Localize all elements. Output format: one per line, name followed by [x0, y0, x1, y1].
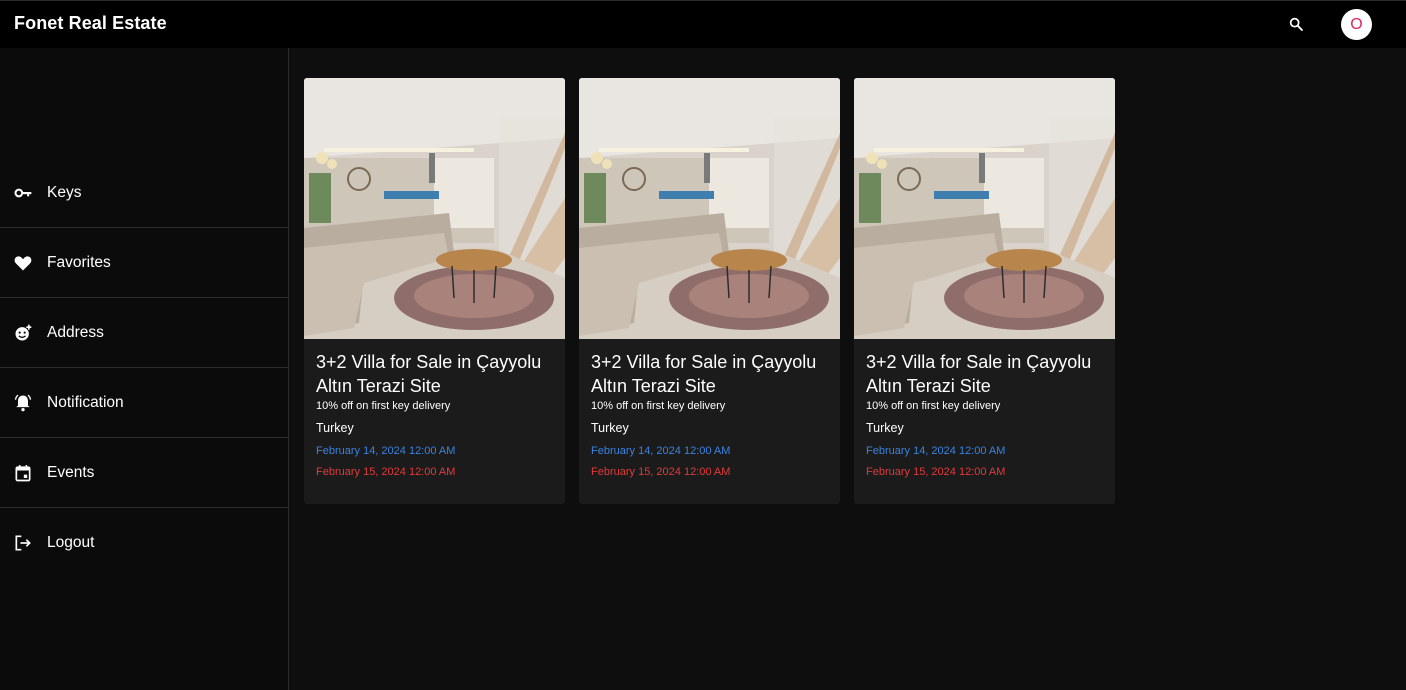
sidebar-item-label: Logout [47, 534, 95, 551]
listing-start-date: February 14, 2024 12:00 AM [316, 445, 456, 457]
sidebar-item-label: Keys [47, 183, 82, 201]
app-bar: Fonet Real Estate O [0, 0, 1406, 48]
listing-country: Turkey [591, 421, 629, 435]
listing-card[interactable]: 3+2 Villa for Sale in Çayyolu Altın Tera… [304, 78, 565, 504]
listing-end-date: February 15, 2024 12:00 AM [316, 466, 456, 478]
face-add-icon [13, 323, 33, 343]
listing-start-date: February 14, 2024 12:00 AM [591, 445, 731, 457]
listing-start-date: February 14, 2024 12:00 AM [866, 445, 1006, 457]
sidebar-item-keys[interactable]: Keys [0, 158, 288, 228]
listing-title: 3+2 Villa for Sale in Çayyolu Altın Tera… [316, 352, 542, 396]
listing-title: 3+2 Villa for Sale in Çayyolu Altın Tera… [866, 352, 1092, 396]
sidebar-item-address[interactable]: Address [0, 298, 288, 368]
heart-icon [13, 253, 33, 273]
sidebar-item-label: Address [47, 323, 104, 341]
sidebar-item-notification[interactable]: Notification [0, 368, 288, 438]
sidebar-item-label: Events [47, 463, 95, 481]
app-title: Fonet Real Estate [14, 13, 167, 33]
listing-card[interactable]: 3+2 Villa for Sale in Çayyolu Altın Tera… [854, 78, 1115, 504]
calendar-icon [13, 463, 33, 483]
key-icon [13, 183, 33, 203]
avatar-initial: O [1350, 15, 1363, 33]
sidebar-item-label: Favorites [47, 253, 111, 271]
sidebar-item-favorites[interactable]: Favorites [0, 228, 288, 298]
listing-title: 3+2 Villa for Sale in Çayyolu Altın Tera… [591, 352, 817, 396]
main-content: 3+2 Villa for Sale in Çayyolu Altın Tera… [289, 48, 1406, 690]
sidebar-item-logout[interactable]: Logout [0, 508, 288, 578]
listing-offer: 10% off on first key delivery [866, 400, 1001, 412]
listing-image [579, 78, 840, 339]
listing-offer: 10% off on first key delivery [591, 400, 726, 412]
search-icon [1289, 17, 1303, 31]
user-avatar[interactable]: O [1341, 9, 1372, 40]
search-button[interactable] [1284, 12, 1308, 36]
sidebar-item-events[interactable]: Events [0, 438, 288, 508]
listing-end-date: February 15, 2024 12:00 AM [591, 466, 731, 478]
listing-image [854, 78, 1115, 339]
sidebar: Keys Favorites Address Notification Even… [0, 48, 289, 690]
listing-card[interactable]: 3+2 Villa for Sale in Çayyolu Altın Tera… [579, 78, 840, 504]
listing-offer: 10% off on first key delivery [316, 400, 451, 412]
sidebar-item-label: Notification [47, 393, 124, 411]
listing-country: Turkey [316, 421, 354, 435]
listing-end-date: February 15, 2024 12:00 AM [866, 466, 1006, 478]
listing-country: Turkey [866, 421, 904, 435]
bell-icon [13, 393, 33, 413]
listing-image [304, 78, 565, 339]
logout-icon [13, 533, 33, 553]
